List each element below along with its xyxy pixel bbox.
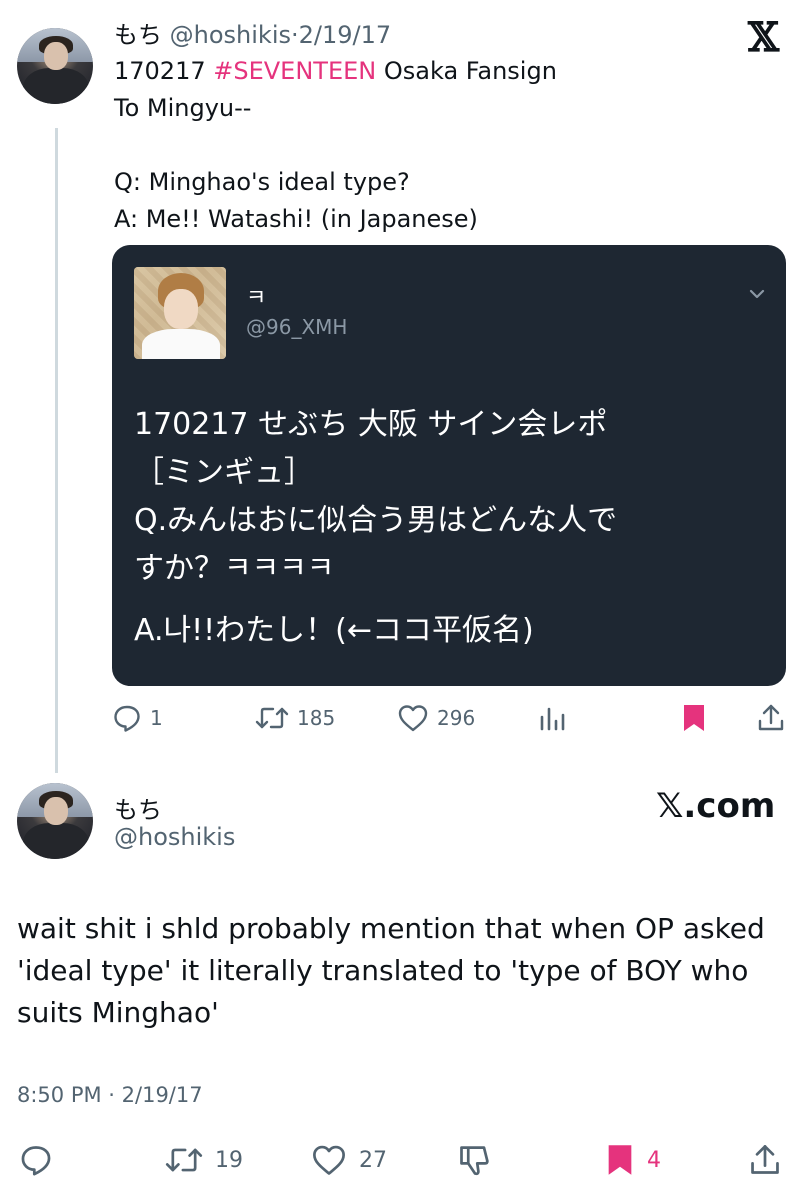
- quoted-text-line: Q.みんはおに似合う男はどんな人で: [134, 503, 618, 538]
- avatar[interactable]: [17, 28, 93, 104]
- like-icon: [313, 1145, 345, 1175]
- share-icon: [758, 704, 784, 731]
- bookmark-count: 4: [647, 1147, 661, 1173]
- like-count: 296: [437, 706, 476, 730]
- quoted-text-line: A.나!!わたし！(←ココ平仮名): [134, 613, 534, 648]
- tweet-text-line: Q: Minghao's ideal type?: [114, 168, 410, 196]
- tweet-text: 170217 #SEVENTEEN Osaka Fansign To Mingy…: [114, 53, 557, 238]
- separator: ·: [291, 21, 299, 49]
- share-button[interactable]: [757, 700, 785, 736]
- retweet-icon: [165, 1148, 203, 1172]
- reply-icon: [21, 1146, 51, 1176]
- retweet-count: 185: [297, 706, 336, 730]
- bookmark-button[interactable]: 4: [605, 1142, 661, 1178]
- handle[interactable]: @hoshikis: [114, 823, 235, 851]
- views-icon: [540, 707, 565, 731]
- dislike-button[interactable]: [457, 1142, 493, 1178]
- thread-connector-line: [55, 128, 58, 773]
- reply-icon: [114, 705, 140, 732]
- dislike-icon: [460, 1146, 489, 1176]
- tweet-text-line: To Mingyu--: [114, 94, 252, 122]
- bookmark-icon: [684, 705, 704, 731]
- chevron-down-icon: [749, 289, 765, 299]
- retweet-button[interactable]: 185: [255, 700, 335, 736]
- like-button[interactable]: 27: [311, 1142, 387, 1178]
- tweet-text-suffix: Osaka Fansign: [376, 57, 557, 85]
- bookmark-icon: [608, 1145, 632, 1175]
- tweet-text-line: suits Minghao': [17, 996, 219, 1029]
- reply-count: 1: [150, 706, 163, 730]
- display-name[interactable]: もち: [114, 21, 162, 49]
- tweet-text-line: A: Me!! Watashi! (in Japanese): [114, 205, 478, 233]
- quoted-display-name: ㅋ: [246, 286, 267, 311]
- quoted-tweet-card[interactable]: ㅋ @96_XMH 170217 せぶち 大阪 サイン会レポ ［ミンギュ］ Q.…: [112, 245, 786, 686]
- like-icon: [398, 705, 428, 732]
- like-count: 27: [359, 1147, 387, 1173]
- tweet-timestamp[interactable]: 8:50 PM · 2/19/17: [17, 1083, 203, 1107]
- x-com-brand[interactable]: 𝕏.com: [656, 786, 775, 826]
- share-icon: [751, 1145, 779, 1174]
- hashtag-link[interactable]: #SEVENTEEN: [213, 57, 376, 85]
- retweet-count: 19: [215, 1147, 243, 1173]
- retweet-icon: [255, 707, 289, 729]
- tweet-header: もち @hoshikis·2/19/17: [114, 20, 391, 50]
- quoted-text-line: 170217 せぶち 大阪 サイン会レポ: [134, 407, 608, 442]
- display-name[interactable]: もち: [114, 790, 162, 825]
- quoted-avatar: [134, 267, 226, 359]
- quoted-handle: @96_XMH: [246, 315, 348, 339]
- quoted-text-line: すか？ㅋㅋㅋㅋ: [134, 551, 335, 586]
- quoted-text-line: ［ミンギュ］: [134, 455, 314, 490]
- tweet-text-line: 'ideal type' it literally translated to …: [17, 954, 749, 987]
- share-button[interactable]: [749, 1142, 781, 1178]
- quoted-tweet-text: 170217 せぶち 大阪 サイン会レポ ［ミンギュ］ Q.みんはおに似合う男は…: [134, 401, 617, 655]
- x-logo-icon[interactable]: 𝕏: [748, 14, 779, 61]
- handle[interactable]: @hoshikis: [170, 21, 291, 49]
- tweet-text-line: wait shit i shld probably mention that w…: [17, 912, 765, 945]
- reply-button[interactable]: 1: [112, 700, 163, 736]
- like-button[interactable]: 296: [397, 700, 475, 736]
- views-button[interactable]: [539, 700, 565, 736]
- tweet-action-bar: 1 185 296: [112, 700, 792, 736]
- tweet-date[interactable]: 2/19/17: [299, 21, 392, 49]
- tweet-text: wait shit i shld probably mention that w…: [17, 908, 787, 1034]
- bookmark-button[interactable]: [681, 700, 707, 736]
- tweet-text-prefix: 170217: [114, 57, 214, 85]
- retweet-button[interactable]: 19: [165, 1142, 243, 1178]
- avatar[interactable]: [17, 783, 93, 859]
- tweet-action-bar: 19 27 4: [17, 1138, 787, 1182]
- reply-button[interactable]: [19, 1142, 53, 1178]
